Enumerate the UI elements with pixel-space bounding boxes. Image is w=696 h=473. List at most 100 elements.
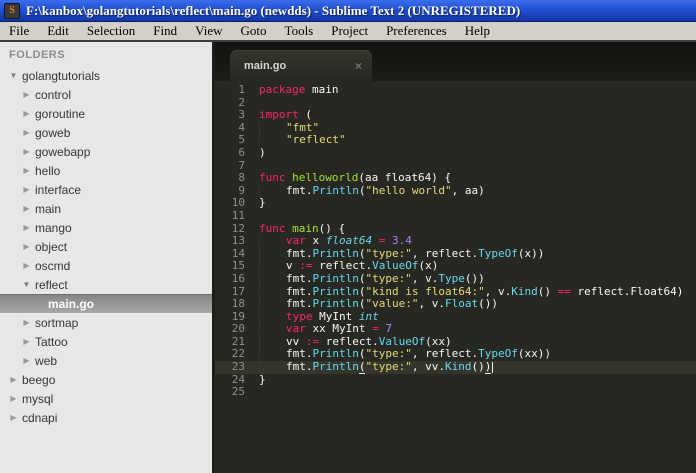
folder-collapsed-icon[interactable]: ▶ [7, 375, 20, 384]
menu-edit[interactable]: Edit [38, 23, 78, 39]
code-token: Println [312, 284, 359, 298]
tab-main-go[interactable]: main.go × [230, 50, 372, 81]
folders-header: FOLDERS [9, 49, 66, 61]
tree-folder-golangtutorials[interactable]: ▼ golangtutorials [0, 66, 212, 85]
tree-folder-mango[interactable]: ▶ mango [0, 218, 212, 237]
tree-folder-hello[interactable]: ▶ hello [0, 161, 212, 180]
folder-collapsed-icon[interactable]: ▶ [20, 318, 33, 327]
menu-project[interactable]: Project [322, 23, 377, 39]
code-token: } [259, 372, 266, 386]
tree-item-label: mango [35, 220, 72, 235]
tree-item-label: oscmd [35, 258, 71, 273]
folder-expanded-icon[interactable]: ▼ [7, 71, 20, 80]
code-token: ) [259, 145, 266, 159]
menu-tools[interactable]: Tools [276, 23, 323, 39]
tree-item-label: cdnapi [22, 410, 58, 425]
tree-folder-gowebapp[interactable]: ▶ gowebapp [0, 142, 212, 161]
code-token: Println [312, 183, 359, 197]
folder-collapsed-icon[interactable]: ▶ [7, 394, 20, 403]
code-token: var [286, 322, 306, 336]
code-line-9[interactable]: 9 fmt.Println("hello world", aa) [215, 183, 696, 198]
menu-preferences[interactable]: Preferences [377, 23, 456, 39]
folder-collapsed-icon[interactable]: ▶ [20, 166, 33, 175]
menu-goto[interactable]: Goto [232, 23, 276, 39]
folder-collapsed-icon[interactable]: ▶ [20, 356, 33, 365]
folder-collapsed-icon[interactable]: ▶ [20, 204, 33, 213]
tree-folder-object[interactable]: ▶ object [0, 237, 212, 256]
code-token: = [372, 322, 379, 336]
folder-collapsed-icon[interactable]: ▶ [20, 147, 33, 156]
tree-folder-reflect[interactable]: ▼ reflect [0, 275, 212, 294]
line-content: fmt.Println("type:", vv.Kind()) [259, 360, 494, 375]
code-token: fmt. [286, 360, 313, 374]
code-token: "kind is float64:" [365, 284, 485, 298]
editor-pane: main.go × 1 package main 2 3 import (4 "fmt" 5… [215, 42, 696, 473]
code-token: Println [312, 271, 359, 285]
folder-collapsed-icon[interactable]: ▶ [20, 223, 33, 232]
code-line-10[interactable]: 10} [215, 197, 696, 210]
tree-folder-web[interactable]: ▶ web [0, 351, 212, 370]
code-token: MyInt [312, 309, 359, 323]
folder-collapsed-icon[interactable]: ▶ [20, 337, 33, 346]
code-token: fmt. [286, 271, 313, 285]
code-token: ValueOf [378, 334, 426, 348]
code-line-5[interactable]: 5 "reflect" [215, 134, 696, 147]
folder-collapsed-icon[interactable]: ▶ [20, 90, 33, 99]
code-line-25[interactable]: 25 [215, 386, 696, 399]
tree-folder-sortmap[interactable]: ▶ sortmap [0, 313, 212, 332]
tree-folder-main[interactable]: ▶ main [0, 199, 212, 218]
code-line-1[interactable]: 1 package main [215, 83, 696, 97]
folder-collapsed-icon[interactable]: ▶ [20, 185, 33, 194]
code-token: Println [312, 360, 359, 374]
code-token: (xx) [425, 334, 452, 348]
tab-bar: main.go × [215, 42, 696, 81]
code-token: ( [298, 108, 312, 122]
line-number: 13 [231, 234, 245, 248]
folder-collapsed-icon[interactable]: ▶ [20, 128, 33, 137]
menu-help[interactable]: Help [456, 23, 499, 39]
tree-item-label: Tattoo [35, 334, 68, 349]
tree-folder-beego[interactable]: ▶ beego [0, 370, 212, 389]
folder-collapsed-icon[interactable]: ▶ [20, 242, 33, 251]
code-token: , reflect. [411, 347, 479, 361]
code-token: xx MyInt [305, 322, 373, 336]
indent-guide [259, 285, 286, 298]
folder-collapsed-icon[interactable]: ▶ [7, 413, 20, 422]
code-token: ) [484, 360, 492, 375]
code-token: Println [312, 347, 359, 361]
menu-view[interactable]: View [186, 23, 231, 39]
folder-collapsed-icon[interactable]: ▶ [20, 261, 33, 270]
code-token: "fmt" [286, 120, 320, 134]
tree-item-label: beego [22, 372, 56, 387]
tree-folder-goroutine[interactable]: ▶ goroutine [0, 104, 212, 123]
tree-folder-control[interactable]: ▶ control [0, 85, 212, 104]
tab-close-icon[interactable]: × [355, 59, 362, 73]
tree-folder-goweb[interactable]: ▶ goweb [0, 123, 212, 142]
code-line-24[interactable]: 24} [215, 372, 696, 387]
tree-folder-mysql[interactable]: ▶ mysql [0, 389, 212, 408]
tree-item-label: hello [35, 163, 61, 178]
tree-file-main.go[interactable]: main.go [0, 294, 212, 313]
menu-file[interactable]: File [0, 23, 38, 39]
tree-item-label: main.go [48, 297, 95, 311]
tree-item-label: gowebapp [35, 144, 91, 159]
line-number: 3 [238, 108, 245, 122]
menu-selection[interactable]: Selection [78, 23, 144, 39]
code-area[interactable]: 1 package main 2 3 import (4 "fmt" 5 "reflect" 6… [215, 81, 696, 473]
tree-folder-oscmd[interactable]: ▶ oscmd [0, 256, 212, 275]
code-token: ()) [464, 271, 485, 285]
code-line-23[interactable]: 23 fmt.Println("type:", vv.Kind()) [215, 360, 696, 375]
tree-folder-cdnapi[interactable]: ▶ cdnapi [0, 408, 212, 427]
tree-folder-interface[interactable]: ▶ interface [0, 180, 212, 199]
code-token: Kind [511, 284, 538, 298]
code-line-6[interactable]: 6) [215, 145, 696, 160]
line-number: 23 [231, 360, 245, 374]
indent-guide [259, 121, 286, 134]
title-bar: S F:\kanbox\golangtutorials\reflect\main… [0, 0, 696, 22]
folder-expanded-icon[interactable]: ▼ [20, 280, 33, 289]
folder-collapsed-icon[interactable]: ▶ [20, 109, 33, 118]
tree-folder-tattoo[interactable]: ▶ Tattoo [0, 332, 212, 351]
line-number: 6 [238, 145, 245, 159]
menu-find[interactable]: Find [144, 23, 186, 39]
code-token: Println [312, 246, 359, 260]
